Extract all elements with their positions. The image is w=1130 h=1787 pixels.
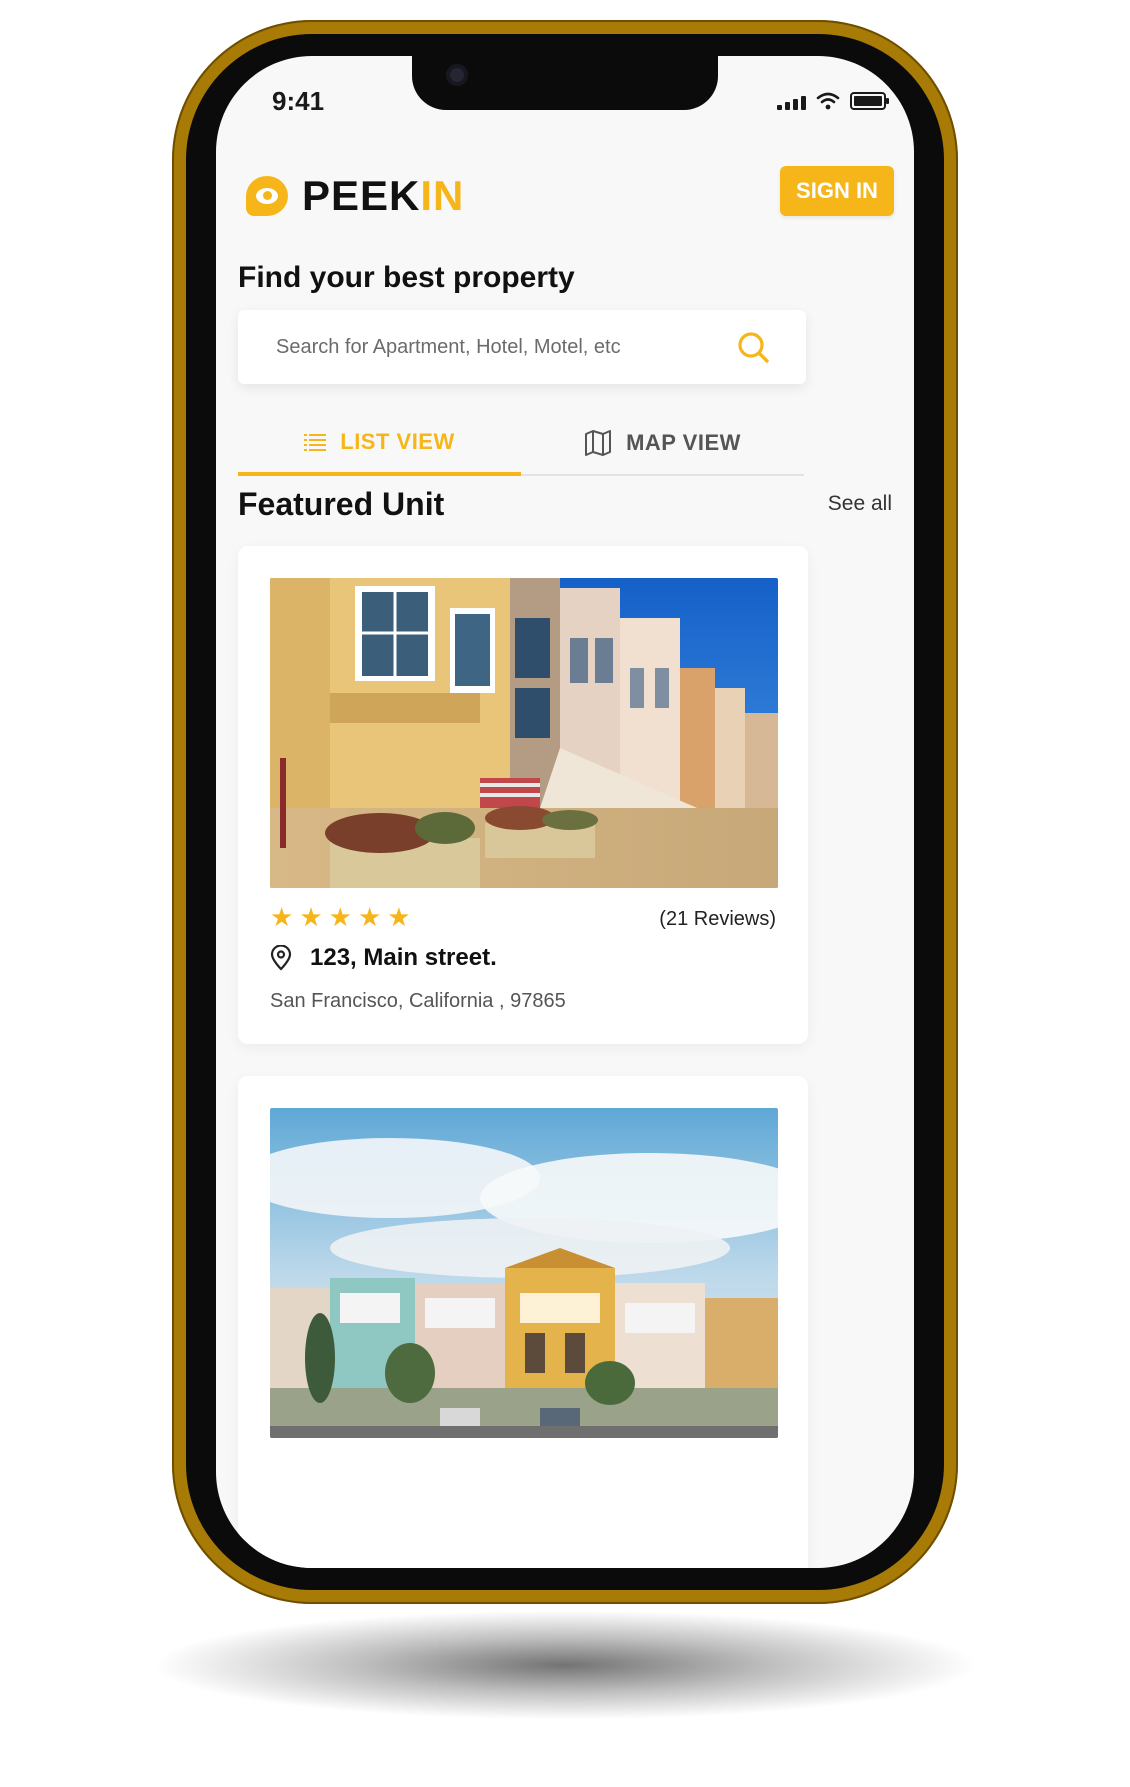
star-icon: ★ (357, 902, 382, 932)
featured-heading: Featured Unit (238, 486, 445, 522)
list-icon (304, 434, 327, 451)
review-count: (21 Reviews) (659, 908, 776, 930)
status-icons (777, 92, 889, 110)
star-icon: ★ (328, 902, 352, 932)
tab-map-view[interactable]: MAP VIEW (521, 412, 804, 474)
listing-card[interactable] (238, 1076, 808, 1568)
brand-name: PEEKIN (302, 172, 465, 219)
search-input[interactable] (274, 328, 718, 366)
star-icon: ★ (299, 902, 323, 932)
signal-icon (777, 96, 806, 110)
search-heading: Find your best property (238, 261, 575, 294)
tab-list-view[interactable]: LIST VIEW (238, 412, 521, 476)
search-icon[interactable] (736, 330, 770, 364)
listing-street: 123, Main street. (310, 944, 497, 971)
listing-city: San Francisco, California , 97865 (270, 990, 566, 1012)
logo[interactable]: PEEKIN (246, 172, 464, 220)
listing-address: 123, Main street. (270, 944, 497, 972)
view-tabs: LIST VIEW MAP VIEW (238, 412, 804, 476)
phone-frame: 9:41 PEEKIN SIGN IN Find your best prope… (172, 20, 958, 1604)
wifi-icon (816, 92, 840, 110)
see-all-link[interactable]: See all (828, 492, 892, 516)
phone-shadow (150, 1610, 980, 1720)
listing-card[interactable]: ★ ★ ★ ★ ★ (21 Reviews) 123, Main street.… (238, 546, 808, 1044)
status-time: 9:41 (272, 86, 325, 116)
property-photo[interactable] (270, 578, 778, 888)
property-photo[interactable] (270, 1108, 778, 1438)
tab-list-view-label: LIST VIEW (340, 429, 455, 454)
sign-in-button[interactable]: SIGN IN (780, 166, 894, 216)
app-screen: 9:41 PEEKIN SIGN IN Find your best prope… (216, 56, 914, 1568)
notch (412, 56, 718, 110)
map-icon (585, 430, 612, 456)
battery-icon (850, 92, 889, 110)
rating-stars: ★ ★ ★ ★ ★ (270, 904, 411, 930)
tab-map-view-label: MAP VIEW (626, 430, 741, 455)
star-icon: ★ (387, 902, 411, 932)
camera (446, 64, 468, 86)
star-icon: ★ (270, 902, 294, 932)
search-box (238, 310, 806, 384)
eye-logo-icon (246, 176, 288, 216)
location-pin-icon (270, 945, 292, 971)
app-header: PEEKIN SIGN IN (216, 166, 914, 226)
